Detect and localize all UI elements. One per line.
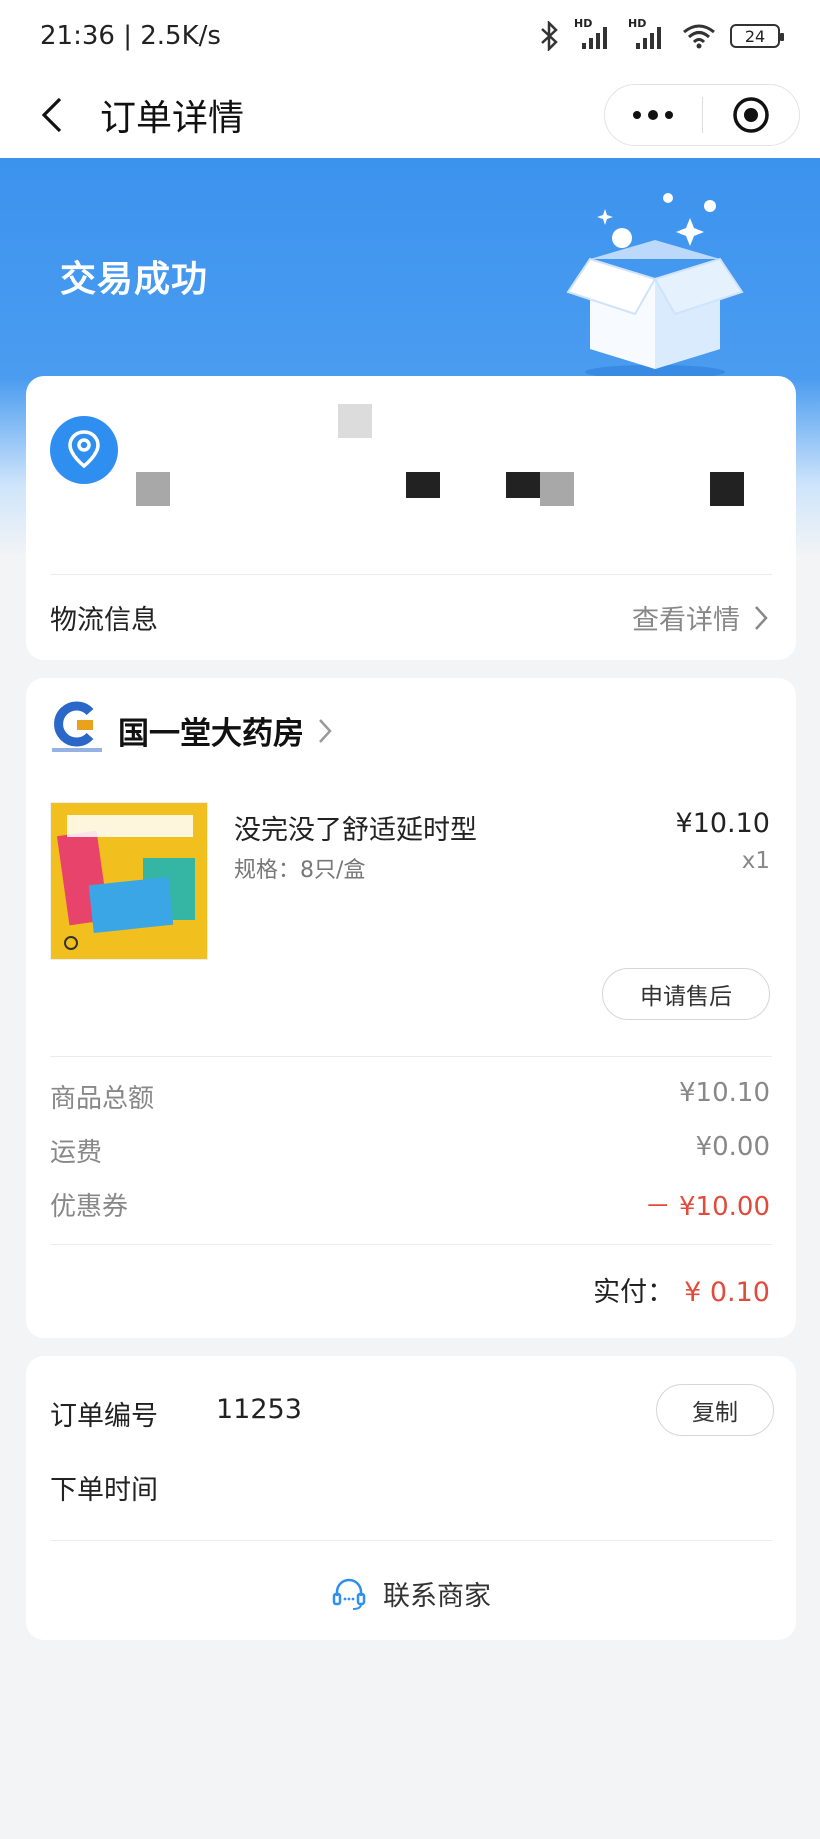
order-number-value: 11253: [216, 1394, 302, 1425]
mini-program-capsule: [604, 84, 800, 146]
product-image[interactable]: [50, 802, 208, 960]
redacted-block: [406, 472, 440, 498]
subtotal-value: ¥10.10: [679, 1078, 770, 1108]
nav-bar: 订单详情: [0, 72, 820, 158]
shop-logo-icon: [52, 701, 102, 752]
signal-2-icon: HD: [628, 17, 668, 51]
redacted-block: [540, 472, 574, 506]
chevron-left-icon: [41, 97, 62, 133]
after-sale-button[interactable]: 申请售后: [602, 968, 770, 1020]
open-box-illustration: [566, 193, 744, 379]
target-circle-icon: [733, 97, 769, 133]
back-button[interactable]: [22, 85, 82, 145]
address-card: 物流信息 查看详情: [26, 376, 796, 660]
order-time-label: 下单时间: [50, 1475, 158, 1506]
order-number-label: 订单编号: [50, 1401, 158, 1432]
copy-order-number-button[interactable]: 复制: [656, 1384, 774, 1436]
paid-amount: ¥ 0.10: [684, 1277, 770, 1308]
redacted-block: [506, 472, 540, 498]
contact-merchant-button[interactable]: 联系商家: [26, 1574, 796, 1613]
headset-icon: [332, 1578, 366, 1610]
product-name: 没完没了舒适延时型: [234, 815, 477, 846]
coupon-label: 优惠券: [50, 1192, 129, 1222]
wifi-icon: [683, 24, 715, 49]
order-status-text: 交易成功: [60, 259, 209, 300]
logistics-label: 物流信息: [50, 605, 158, 636]
chevron-right-icon: [755, 605, 768, 630]
redacted-block: [136, 472, 170, 506]
battery-indicator: 24: [730, 24, 784, 48]
page-title: 订单详情: [100, 98, 245, 139]
more-dots-icon: [633, 110, 674, 120]
order-card: 国一堂大药房 没完没了舒适延时型 规格：8只/盒 ¥10.10 x1 申请售后 …: [26, 678, 796, 1338]
shop-name-link[interactable]: 国一堂大药房: [118, 708, 332, 753]
product-price: ¥10.10: [675, 808, 770, 839]
shipping-label: 运费: [50, 1138, 103, 1168]
subtotal-label: 商品总额: [50, 1084, 155, 1114]
coupon-value: － ¥10.00: [644, 1192, 770, 1222]
bluetooth-icon: [541, 21, 558, 51]
status-bar: 21:36 | 2.5K/s HD HD 24: [0, 0, 820, 72]
location-icon: [50, 416, 118, 484]
product-quantity: x1: [741, 848, 770, 874]
close-mini-program-button[interactable]: [703, 85, 800, 145]
redacted-block: [338, 404, 372, 438]
chevron-right-icon: [319, 718, 332, 743]
time-network-speed: 21:36 | 2.5K/s: [40, 21, 221, 51]
redacted-block: [710, 472, 744, 506]
signal-1-icon: HD: [574, 17, 614, 51]
more-button[interactable]: [605, 85, 702, 145]
paid-label: 实付：: [593, 1277, 675, 1308]
order-info-card: 订单编号 11253 复制 下单时间 联系商家: [26, 1356, 796, 1640]
paid-amount-row: 实付： ¥ 0.10: [593, 1270, 770, 1309]
product-spec: 规格：8只/盒: [234, 858, 366, 883]
shipping-value: ¥0.00: [695, 1132, 770, 1162]
logistics-detail-link[interactable]: 查看详情: [632, 598, 768, 637]
